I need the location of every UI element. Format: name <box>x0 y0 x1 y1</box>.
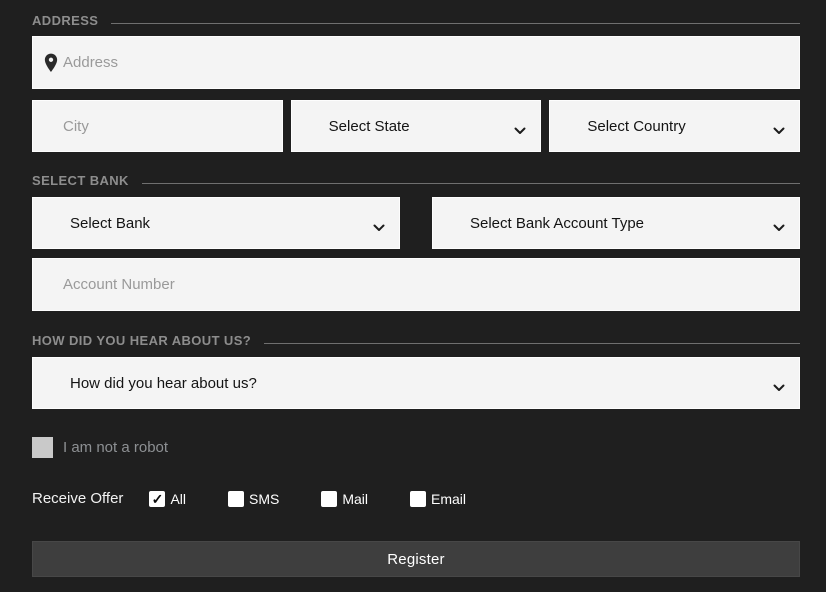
chevron-down-icon <box>514 122 526 140</box>
captcha-row: I am not a robot <box>32 437 800 458</box>
bank-section-divider <box>142 183 800 184</box>
country-select-value: Select Country <box>550 118 685 135</box>
account-number-field-wrap <box>32 258 800 311</box>
country-select[interactable]: Select Country <box>549 100 800 152</box>
address-section-divider <box>111 23 800 24</box>
register-button-label: Register <box>387 551 444 568</box>
receive-offer-row: Receive Offer ✓ All SMS Mail Email <box>32 490 800 507</box>
bank-select[interactable]: Select Bank <box>32 197 400 249</box>
referral-section-header: HOW DID YOU HEAR ABOUT US? <box>32 333 800 348</box>
checkbox-all[interactable]: ✓ <box>149 491 165 507</box>
offer-option-mail-label[interactable]: Mail <box>342 491 368 507</box>
chevron-down-icon <box>773 122 785 140</box>
offer-option-all[interactable]: ✓ All <box>149 491 186 507</box>
offer-option-email-label[interactable]: Email <box>431 491 466 507</box>
referral-section-divider <box>264 343 800 344</box>
chevron-down-icon <box>773 379 785 397</box>
offer-option-email[interactable]: Email <box>410 491 466 507</box>
checkbox-mail[interactable] <box>321 491 337 507</box>
city-state-country-row: Select State Select Country <box>32 100 800 152</box>
offer-option-sms-label[interactable]: SMS <box>249 491 279 507</box>
bank-account-type-value: Select Bank Account Type <box>433 215 644 232</box>
address-field-wrap <box>32 36 800 89</box>
city-input[interactable] <box>33 101 282 151</box>
offer-option-mail[interactable]: Mail <box>321 491 368 507</box>
referral-select-value: How did you hear about us? <box>33 375 257 392</box>
state-select-value: Select State <box>292 118 410 135</box>
referral-section-title: HOW DID YOU HEAR ABOUT US? <box>32 333 251 348</box>
registration-form: ADDRESS Select State Select Country <box>0 0 826 577</box>
city-field-wrap <box>32 100 283 152</box>
bank-row: Select Bank Select Bank Account Type <box>32 197 800 249</box>
register-button[interactable]: Register <box>32 541 800 577</box>
checkbox-email[interactable] <box>410 491 426 507</box>
account-number-input[interactable] <box>33 259 799 310</box>
state-select[interactable]: Select State <box>291 100 542 152</box>
receive-offer-label: Receive Offer <box>32 490 123 507</box>
address-section-header: ADDRESS <box>32 13 800 28</box>
referral-select[interactable]: How did you hear about us? <box>32 357 800 409</box>
captcha-checkbox[interactable] <box>32 437 53 458</box>
offer-option-all-label[interactable]: All <box>170 491 186 507</box>
bank-account-type-select[interactable]: Select Bank Account Type <box>432 197 800 249</box>
bank-section-header: SELECT BANK <box>32 173 800 188</box>
address-input[interactable] <box>33 37 799 88</box>
captcha-label: I am not a robot <box>63 439 168 456</box>
location-pin-icon <box>43 53 59 78</box>
chevron-down-icon <box>373 219 385 237</box>
bank-select-value: Select Bank <box>33 215 150 232</box>
checkbox-sms[interactable] <box>228 491 244 507</box>
address-section-title: ADDRESS <box>32 13 98 28</box>
offer-option-sms[interactable]: SMS <box>228 491 279 507</box>
chevron-down-icon <box>773 219 785 237</box>
bank-section-title: SELECT BANK <box>32 173 129 188</box>
check-icon: ✓ <box>152 492 164 506</box>
